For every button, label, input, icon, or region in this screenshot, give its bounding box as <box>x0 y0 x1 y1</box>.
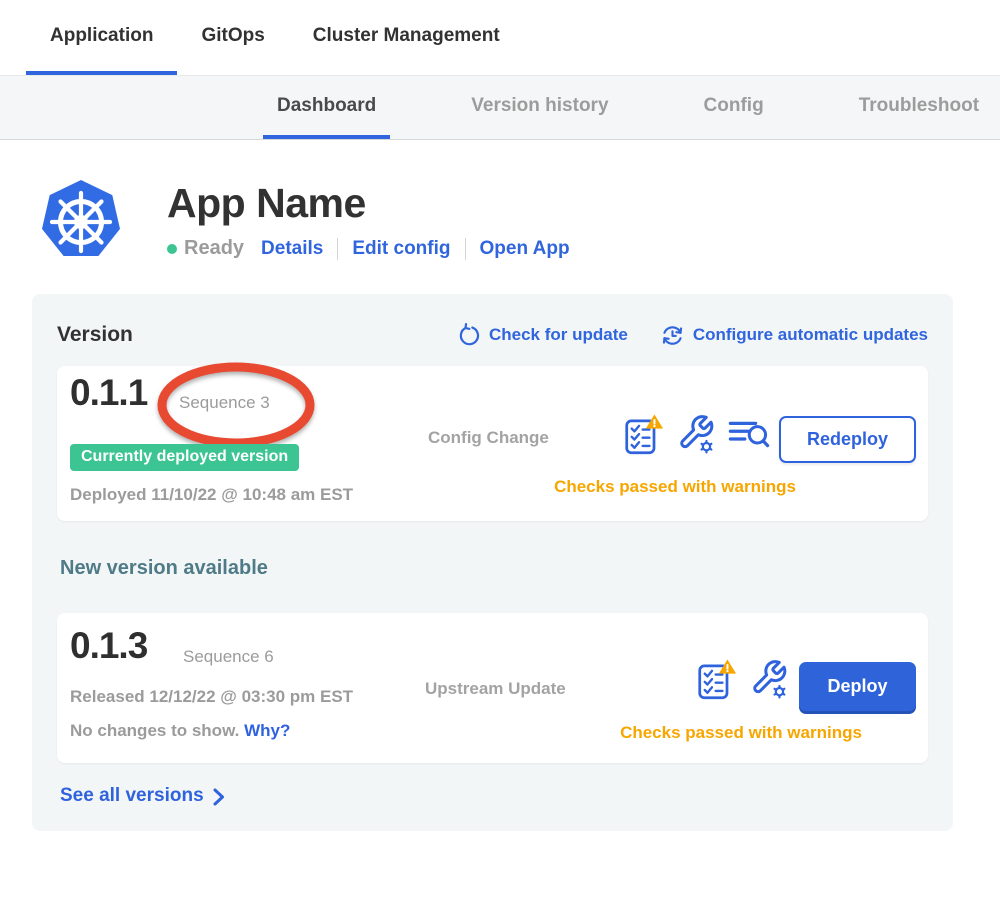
view-files-diff-icon[interactable] <box>728 413 770 453</box>
tab-gitops[interactable]: GitOps <box>177 0 288 75</box>
open-app-link[interactable]: Open App <box>480 238 570 260</box>
status-ready-dot <box>167 244 177 254</box>
preflight-checklist-warning-icon[interactable] <box>624 413 664 457</box>
check-for-update-button[interactable]: Check for update <box>457 323 628 347</box>
deploy-button[interactable]: Deploy <box>799 662 916 711</box>
divider <box>337 238 338 260</box>
tab-dashboard[interactable]: Dashboard <box>263 76 390 139</box>
check-for-update-label: Check for update <box>489 325 628 345</box>
status-badge: Ready <box>184 237 244 260</box>
wrench-gear-icon[interactable] <box>750 658 788 700</box>
released-timestamp: Released 12/12/22 @ 03:30 pm EST <box>70 687 353 707</box>
kubernetes-logo-icon <box>38 178 124 264</box>
tab-config[interactable]: Config <box>690 76 778 139</box>
refresh-icon <box>457 323 481 347</box>
configure-automatic-updates-button[interactable]: Configure automatic updates <box>660 323 928 348</box>
app-header: App Name Ready Details Edit config Open … <box>38 178 1000 264</box>
tab-cluster-management[interactable]: Cluster Management <box>289 0 524 75</box>
primary-nav: Application GitOps Cluster Management <box>0 0 1000 75</box>
available-version-number: 0.1.3 <box>70 625 147 667</box>
version-section-title: Version <box>57 323 133 347</box>
preflight-checks-status[interactable]: Checks passed with warnings <box>541 723 941 743</box>
divider <box>465 238 466 260</box>
preflight-checks-status[interactable]: Checks passed with warnings <box>470 477 880 497</box>
redeploy-button[interactable]: Redeploy <box>779 416 916 463</box>
page-title: App Name <box>167 180 570 227</box>
wrench-gear-icon[interactable] <box>677 413 715 455</box>
edit-config-link[interactable]: Edit config <box>352 238 450 260</box>
see-all-versions-link[interactable]: See all versions <box>60 785 928 807</box>
auto-update-clock-icon <box>660 323 685 348</box>
configure-automatic-updates-label: Configure automatic updates <box>693 325 928 345</box>
deployed-timestamp: Deployed 11/10/22 @ 10:48 am EST <box>70 485 353 505</box>
current-sequence-label: Sequence 3 <box>179 393 270 413</box>
chevron-right-icon <box>212 787 225 807</box>
version-section: Version Check for update Configure autom… <box>32 294 953 831</box>
tab-troubleshoot[interactable]: Troubleshoot <box>845 76 993 139</box>
no-changes-text: No changes to show. Why? <box>70 721 290 741</box>
no-changes-label: No changes to show. <box>70 721 239 740</box>
tab-version-history[interactable]: Version history <box>457 76 622 139</box>
new-version-available-heading: New version available <box>60 557 928 580</box>
available-sequence-label: Sequence 6 <box>183 647 274 667</box>
current-version-number: 0.1.1 <box>70 372 147 414</box>
tab-application[interactable]: Application <box>26 0 177 75</box>
details-link[interactable]: Details <box>261 238 323 260</box>
preflight-checklist-warning-icon[interactable] <box>697 658 737 702</box>
current-version-card: 0.1.1 Sequence 3 Currently deployed vers… <box>57 366 928 521</box>
available-version-card: 0.1.3 Sequence 6 Released 12/12/22 @ 03:… <box>57 613 928 763</box>
currently-deployed-badge: Currently deployed version <box>70 444 299 471</box>
secondary-nav: Dashboard Version history Config Trouble… <box>0 75 1000 140</box>
version-source-label: Config Change <box>428 428 549 448</box>
version-source-label: Upstream Update <box>425 679 566 699</box>
see-all-versions-label: See all versions <box>60 785 204 807</box>
why-link[interactable]: Why? <box>244 721 290 740</box>
